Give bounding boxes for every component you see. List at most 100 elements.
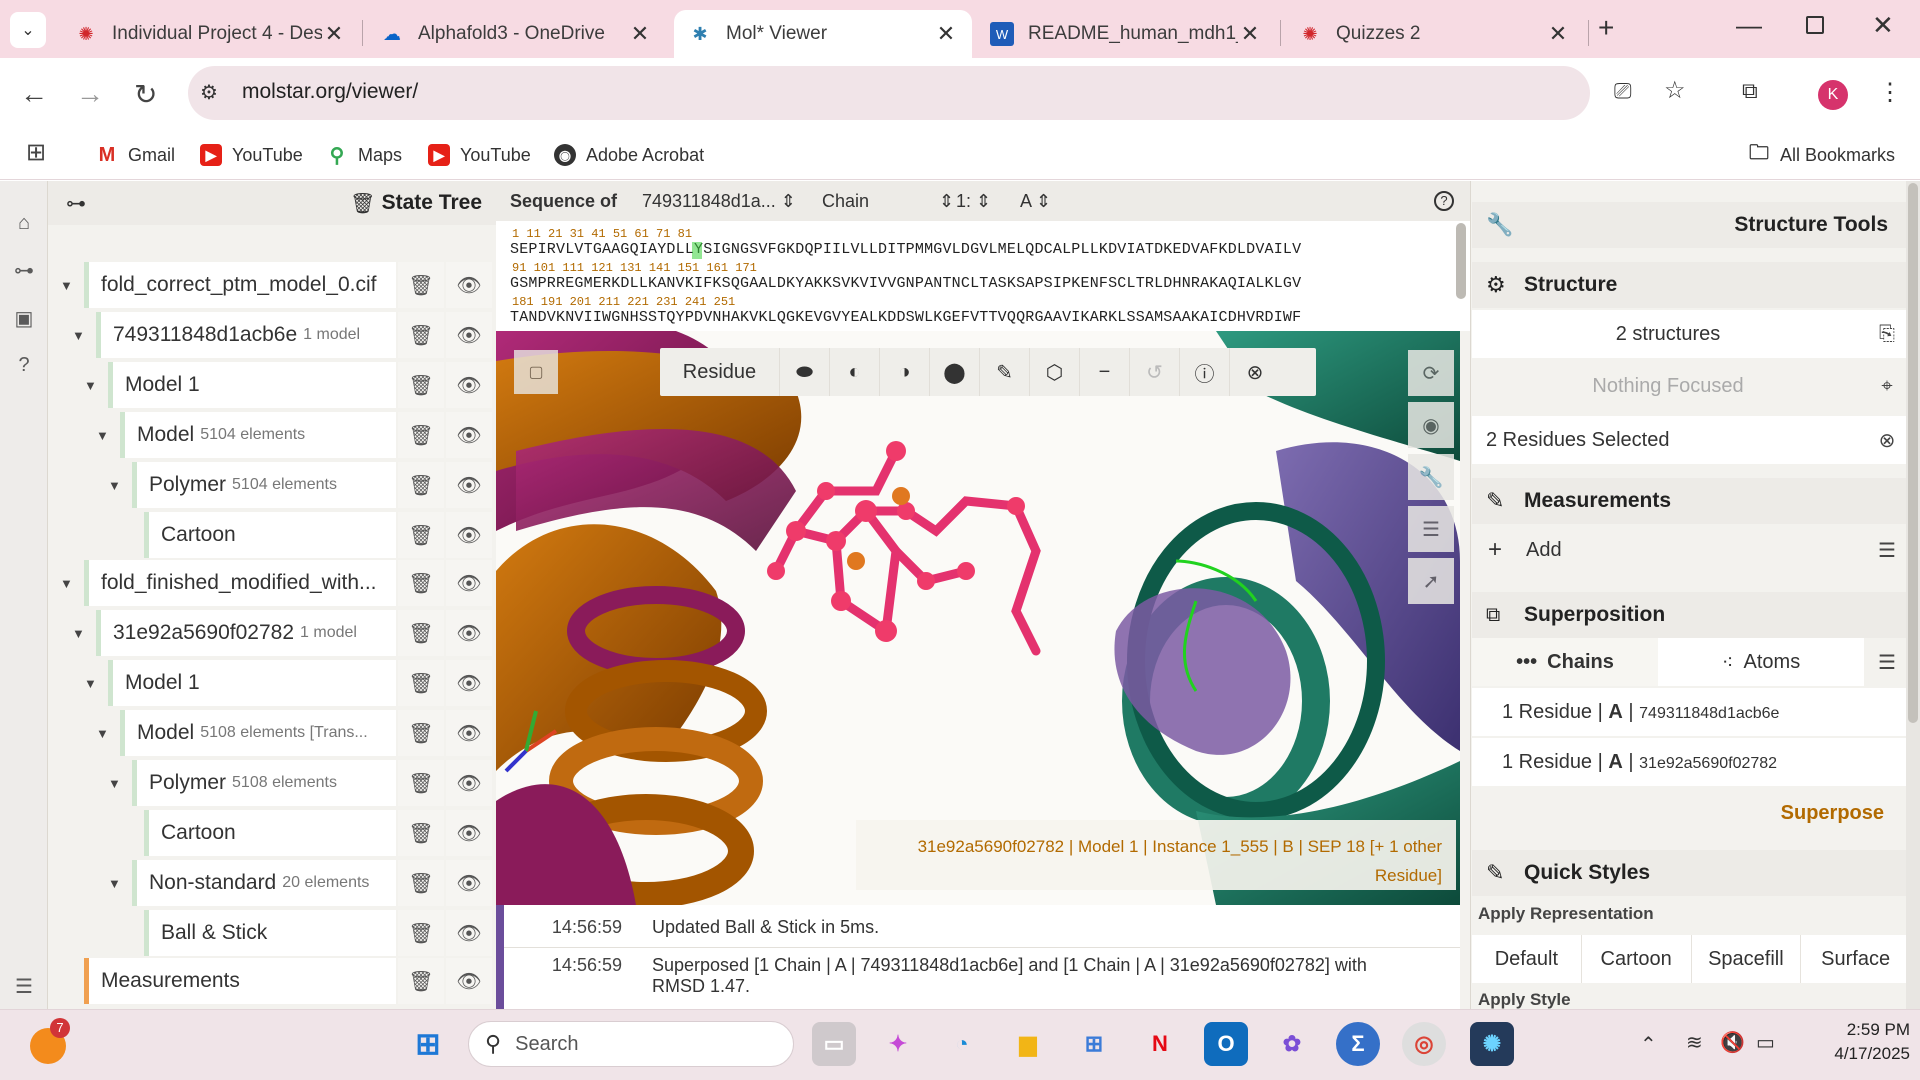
tab-molstar[interactable]: ✱ Mol* Viewer ✕	[674, 10, 972, 58]
settings-sliders-icon[interactable]: ☰	[1408, 506, 1454, 552]
paint-icon[interactable]: ✎	[980, 348, 1030, 396]
trash-icon[interactable]: 🗑	[398, 760, 444, 806]
tree-node-label[interactable]: fold_finished_modified_with...	[84, 560, 396, 606]
sequence-scrollbar[interactable]	[1456, 223, 1466, 299]
trash-icon[interactable]: 🗑	[398, 660, 444, 706]
superpose-button[interactable]: Superpose	[1472, 790, 1910, 836]
tree-node-label[interactable]: Cartoon	[144, 512, 396, 558]
add-measurement-row[interactable]: + Add ☰	[1472, 526, 1910, 574]
spacefill-rep-button[interactable]: Spacefill	[1692, 935, 1802, 983]
screenshot-icon[interactable]: ▢	[514, 350, 558, 394]
measurements-section[interactable]: ✎ Measurements	[1472, 478, 1910, 524]
netflix-icon[interactable]: N	[1138, 1022, 1182, 1066]
trash-icon[interactable]: 🗑	[398, 462, 444, 508]
trash-icon[interactable]: 🗑	[398, 860, 444, 906]
search-box[interactable]: ⚲ Search	[468, 1021, 794, 1067]
tree-node[interactable]: ▼ fold_correct_ptm_model_0.cif 🗑 👁	[0, 262, 496, 308]
tab-individual-project[interactable]: ✺ Individual Project 4 - Des ✕	[60, 10, 360, 58]
options-icon[interactable]: ☰	[1864, 639, 1910, 685]
cube-icon[interactable]: ⬡	[1030, 348, 1080, 396]
tree-node[interactable]: ▼ Model 5104 elements 🗑 👁	[0, 412, 496, 458]
selection-mode-select[interactable]: Residue	[660, 348, 780, 396]
visibility-icon[interactable]: 👁	[446, 362, 492, 408]
task-view-icon[interactable]: ▭	[812, 1022, 856, 1066]
structure-select[interactable]: 749311848d1a... ⇕	[642, 191, 796, 212]
home-icon[interactable]: ⌂	[12, 212, 36, 236]
tree-node-label[interactable]: Non-standard 20 elements	[132, 860, 396, 906]
selection-row[interactable]: 2 Residues Selected ⊗	[1472, 416, 1910, 464]
visibility-icon[interactable]: 👁	[446, 760, 492, 806]
chrome-icon[interactable]: ◎	[1402, 1022, 1446, 1066]
close-icon[interactable]: ✕	[628, 21, 652, 47]
tree-node-label[interactable]: Model 5104 elements	[120, 412, 396, 458]
structures-select[interactable]: 2 structures ⎘	[1472, 310, 1910, 358]
trash-icon[interactable]: 🗑	[398, 362, 444, 408]
minimize-button[interactable]: —	[1736, 10, 1762, 41]
tray-chevron-icon[interactable]: ⌃	[1640, 1032, 1657, 1057]
store-icon[interactable]: ⊞	[1072, 1022, 1116, 1066]
start-icon[interactable]: ⊞	[406, 1022, 450, 1066]
visibility-icon[interactable]: 👁	[446, 710, 492, 756]
tab-search-button[interactable]: ⌄	[10, 12, 46, 48]
copilot-icon[interactable]: ✦	[876, 1022, 920, 1066]
entity-select[interactable]: 1: ⇕	[956, 191, 991, 212]
camera-icon[interactable]: ◉	[1408, 402, 1454, 448]
tree-node[interactable]: ▼ Model 5108 elements [Trans... 🗑 👁	[0, 710, 496, 756]
visibility-icon[interactable]: 👁	[446, 860, 492, 906]
tree-node-label[interactable]: Cartoon	[144, 810, 396, 856]
tab-readme[interactable]: W README_human_mdh1_ ✕	[976, 10, 1276, 58]
bookmark-maps[interactable]: ⚲ Maps	[326, 138, 402, 172]
visibility-icon[interactable]: 👁	[446, 412, 492, 458]
visibility-icon[interactable]: 👁	[446, 660, 492, 706]
tree-node-label[interactable]: 31e92a5690f02782 1 model	[96, 610, 396, 656]
collapse-icon[interactable]: ▼	[72, 626, 85, 641]
tree-node-label[interactable]: Polymer 5104 elements	[132, 462, 396, 508]
union-icon[interactable]: ⬬	[780, 348, 830, 396]
bookmark-youtube-2[interactable]: ▶ YouTube	[428, 138, 531, 172]
visibility-icon[interactable]: 👁	[446, 462, 492, 508]
superposition-item[interactable]: 1 Residue | A | 31e92a5690f02782	[1472, 738, 1910, 786]
restore-button[interactable]	[1806, 16, 1824, 34]
close-icon[interactable]: ✕	[1546, 21, 1570, 47]
site-info-icon[interactable]: ⚙	[200, 80, 218, 105]
visibility-icon[interactable]: 👁	[446, 262, 492, 308]
trash-icon[interactable]: 🗑	[398, 810, 444, 856]
cartoon-rep-button[interactable]: Cartoon	[1582, 935, 1692, 983]
wrench-icon[interactable]: 🔧	[1408, 454, 1454, 500]
bookmark-adobe[interactable]: ◉ Adobe Acrobat	[554, 138, 704, 172]
default-rep-button[interactable]: Default	[1472, 935, 1582, 983]
sequence-line-1[interactable]: SEPIRVLVTGAAGQIAYDLLYSIGNGSVFGKDQPIILVLL…	[510, 241, 1301, 258]
chain-select[interactable]: A ⇕	[1020, 191, 1051, 212]
close-window-button[interactable]: ✕	[1872, 10, 1894, 41]
history-icon[interactable]: ↺	[1130, 348, 1180, 396]
tab-chains[interactable]: ••• Chains	[1472, 638, 1658, 686]
avatar[interactable]: K	[1818, 80, 1848, 110]
menu-icon[interactable]: ⋮	[1878, 78, 1902, 107]
tree-node[interactable]: ▼ fold_finished_modified_with... 🗑 👁	[0, 560, 496, 606]
sequence-view[interactable]: 1 11 21 31 41 51 61 71 81 SEPIRVLVTGAAGQ…	[496, 221, 1480, 331]
tree-node[interactable]: Cartoon 🗑 👁	[0, 512, 496, 558]
reload-icon[interactable]: ↻	[134, 78, 157, 111]
install-app-icon[interactable]: ⎚	[1614, 78, 1632, 104]
collapse-icon[interactable]: ▼	[96, 726, 109, 741]
clock[interactable]: 2:59 PM 4/17/2025	[1800, 1018, 1910, 1066]
sequence-line-3[interactable]: TANDVKNVIIWGNHSSTQYPDVNHAKVKLQGKEVGVYEAL…	[510, 309, 1301, 326]
tree-node[interactable]: ▼ 31e92a5690f02782 1 model 🗑 👁	[0, 610, 496, 656]
structure-section[interactable]: ⚙ Structure	[1472, 262, 1910, 308]
collapse-icon[interactable]: ▼	[84, 676, 97, 691]
tree-node-label[interactable]: Model 5108 elements [Trans...	[120, 710, 396, 756]
help-icon[interactable]: ?	[1434, 191, 1454, 211]
visibility-icon[interactable]: 👁	[446, 958, 492, 1004]
sequence-line-2[interactable]: GSMPRREGMERKDLLKANVKIFKSQGAALDKYAKKSVKVI…	[510, 275, 1301, 292]
new-tab-button[interactable]: +	[1598, 12, 1614, 44]
pointer-icon[interactable]: ➚	[1408, 558, 1454, 604]
trash-icon[interactable]: 🗑	[398, 560, 444, 606]
close-icon[interactable]: ✕	[934, 21, 958, 47]
close-icon[interactable]: ⊗	[1230, 348, 1280, 396]
tab-quizzes[interactable]: ✺ Quizzes 2 ✕	[1284, 10, 1584, 58]
url-text[interactable]: molstar.org/viewer/	[242, 80, 418, 104]
quick-styles-section[interactable]: ✎ Quick Styles	[1472, 850, 1910, 896]
visibility-icon[interactable]: 👁	[446, 512, 492, 558]
back-icon[interactable]: ←	[20, 78, 48, 110]
m365-icon[interactable]: ✿	[1270, 1022, 1314, 1066]
